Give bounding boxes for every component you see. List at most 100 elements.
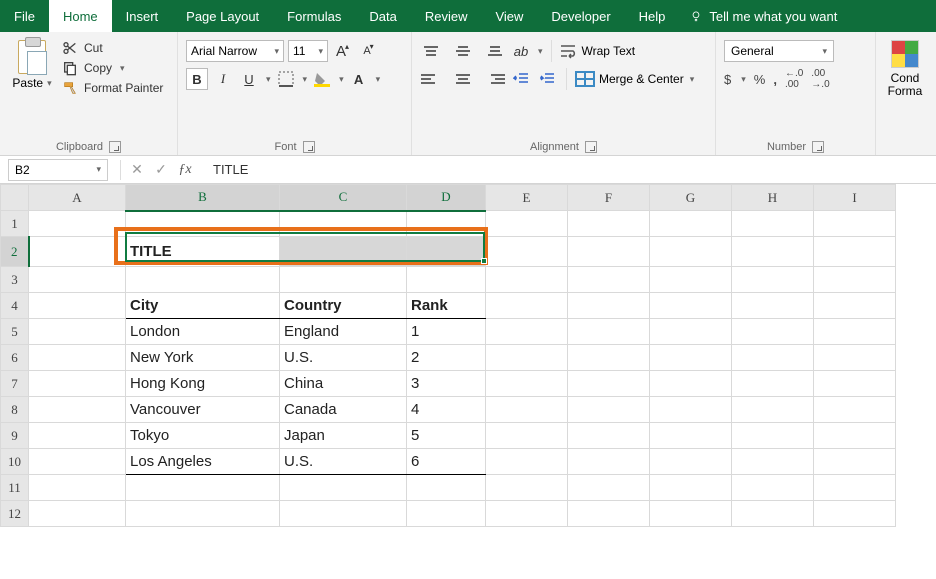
row-header-10[interactable]: 10 <box>1 449 29 475</box>
col-header-D[interactable]: D <box>407 185 486 211</box>
cell-D4[interactable]: Rank <box>407 293 486 319</box>
halign-left-button[interactable] <box>420 68 442 90</box>
increase-font-button[interactable]: A▴ <box>332 40 354 62</box>
cell-B7[interactable]: Hong Kong <box>126 371 280 397</box>
cell-B6[interactable]: New York <box>126 345 280 371</box>
italic-button[interactable]: I <box>212 68 234 90</box>
row-header-12[interactable]: 12 <box>1 501 29 527</box>
cell-C5[interactable]: England <box>280 319 407 345</box>
font-color-button[interactable]: A <box>348 68 370 90</box>
row-header-9[interactable]: 9 <box>1 423 29 449</box>
col-header-H[interactable]: H <box>732 185 814 211</box>
alignment-dialog-launcher[interactable] <box>585 141 597 153</box>
comma-button[interactable]: , <box>773 72 777 87</box>
row-header-8[interactable]: 8 <box>1 397 29 423</box>
cell-D2[interactable] <box>407 237 486 267</box>
copy-button[interactable]: Copy▾ <box>62 60 163 76</box>
col-header-G[interactable]: G <box>650 185 732 211</box>
row-header-6[interactable]: 6 <box>1 345 29 371</box>
font-name-select[interactable]: Arial Narrow▾ <box>186 40 284 62</box>
decrease-font-button[interactable]: A▾ <box>358 40 380 62</box>
chevron-down-icon[interactable]: ▾ <box>47 78 52 89</box>
valign-middle-button[interactable] <box>452 40 474 62</box>
cell-B2[interactable]: TITLE <box>126 237 280 267</box>
col-header-C[interactable]: C <box>280 185 407 211</box>
fill-color-button[interactable] <box>311 68 333 90</box>
chevron-down-icon[interactable]: ▾ <box>266 74 271 85</box>
cell-D6[interactable]: 2 <box>407 345 486 371</box>
number-dialog-launcher[interactable] <box>812 141 824 153</box>
formula-input[interactable]: TITLE <box>207 162 936 177</box>
tab-file[interactable]: File <box>0 0 49 32</box>
cell-D8[interactable]: 4 <box>407 397 486 423</box>
select-all-corner[interactable] <box>1 185 29 211</box>
col-header-B[interactable]: B <box>126 185 280 211</box>
currency-button[interactable]: $ <box>724 72 731 87</box>
tell-me-search[interactable]: Tell me what you want <box>679 0 847 32</box>
decrease-indent-button[interactable] <box>510 68 532 90</box>
cut-button[interactable]: Cut <box>62 40 163 56</box>
valign-bottom-button[interactable] <box>484 40 506 62</box>
chevron-down-icon[interactable]: ▾ <box>538 46 543 57</box>
increase-indent-button[interactable] <box>536 68 558 90</box>
chevron-down-icon[interactable]: ▾ <box>376 74 381 85</box>
grid[interactable]: A B C D E F G H I 1 2TITLE 3 4CityCountr… <box>0 184 896 527</box>
row-header-7[interactable]: 7 <box>1 371 29 397</box>
cell-B10[interactable]: Los Angeles <box>126 449 280 475</box>
valign-top-button[interactable] <box>420 40 442 62</box>
cell-D9[interactable]: 5 <box>407 423 486 449</box>
halign-right-button[interactable] <box>484 68 506 90</box>
col-header-F[interactable]: F <box>568 185 650 211</box>
enter-formula-button[interactable]: ✓ <box>149 161 173 178</box>
tab-home[interactable]: Home <box>49 0 112 32</box>
bold-button[interactable]: B <box>186 68 208 90</box>
paste-button[interactable]: Paste▾ <box>8 36 56 90</box>
conditional-formatting-button[interactable]: CondForma <box>884 36 926 98</box>
row-header-3[interactable]: 3 <box>1 267 29 293</box>
row-header-1[interactable]: 1 <box>1 211 29 237</box>
row-header-4[interactable]: 4 <box>1 293 29 319</box>
clipboard-dialog-launcher[interactable] <box>109 141 121 153</box>
row-header-2[interactable]: 2 <box>1 237 29 267</box>
tab-insert[interactable]: Insert <box>112 0 173 32</box>
cell-C6[interactable]: U.S. <box>280 345 407 371</box>
format-painter-button[interactable]: Format Painter <box>62 80 163 96</box>
chevron-down-icon[interactable]: ▾ <box>120 63 125 74</box>
cell-C8[interactable]: Canada <box>280 397 407 423</box>
underline-button[interactable]: U <box>238 68 260 90</box>
cell-C10[interactable]: U.S. <box>280 449 407 475</box>
orientation-button[interactable]: ab <box>510 40 532 62</box>
cell-C2[interactable] <box>280 237 407 267</box>
col-header-E[interactable]: E <box>486 185 568 211</box>
tab-page-layout[interactable]: Page Layout <box>172 0 273 32</box>
wrap-text-button[interactable]: Wrap Text <box>560 43 636 59</box>
tab-formulas[interactable]: Formulas <box>273 0 355 32</box>
tab-help[interactable]: Help <box>625 0 680 32</box>
chevron-down-icon[interactable]: ▾ <box>339 74 344 85</box>
cell-D10[interactable]: 6 <box>407 449 486 475</box>
row-header-5[interactable]: 5 <box>1 319 29 345</box>
selection-fill-handle[interactable] <box>481 258 487 264</box>
col-header-I[interactable]: I <box>814 185 896 211</box>
chevron-down-icon[interactable]: ▾ <box>741 74 746 85</box>
chevron-down-icon[interactable]: ▾ <box>303 74 308 85</box>
cell-B5[interactable]: London <box>126 319 280 345</box>
font-dialog-launcher[interactable] <box>303 141 315 153</box>
cell-B9[interactable]: Tokyo <box>126 423 280 449</box>
cell-D5[interactable]: 1 <box>407 319 486 345</box>
percent-button[interactable]: % <box>754 72 766 87</box>
cell-D7[interactable]: 3 <box>407 371 486 397</box>
tab-developer[interactable]: Developer <box>537 0 624 32</box>
cancel-formula-button[interactable]: ✕ <box>125 161 149 178</box>
cell-C7[interactable]: China <box>280 371 407 397</box>
font-size-select[interactable]: 11▾ <box>288 40 328 62</box>
borders-button[interactable] <box>275 68 297 90</box>
halign-center-button[interactable] <box>452 68 474 90</box>
cell-C4[interactable]: Country <box>280 293 407 319</box>
tab-review[interactable]: Review <box>411 0 482 32</box>
cell-B4[interactable]: City <box>126 293 280 319</box>
name-box[interactable]: B2▾ <box>8 159 108 181</box>
cell-B8[interactable]: Vancouver <box>126 397 280 423</box>
chevron-down-icon[interactable]: ▾ <box>690 74 695 85</box>
increase-decimal-button[interactable]: ←.0.00 <box>785 68 803 90</box>
